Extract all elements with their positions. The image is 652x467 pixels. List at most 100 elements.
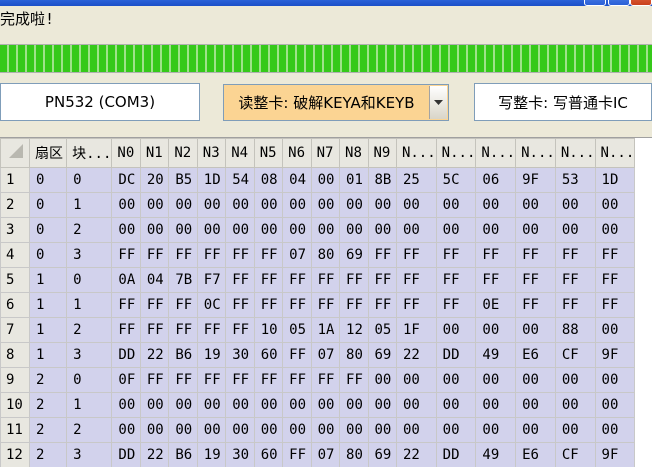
- grid-cell[interactable]: 06: [476, 168, 516, 193]
- grid-cell[interactable]: FF: [226, 293, 254, 318]
- grid-cell[interactable]: 00: [368, 418, 396, 443]
- grid-cell[interactable]: FF: [516, 293, 556, 318]
- grid-cell[interactable]: 00: [311, 193, 339, 218]
- grid-cell[interactable]: FF: [140, 318, 168, 343]
- grid-cell[interactable]: 00: [169, 393, 197, 418]
- grid-cell[interactable]: 00: [169, 193, 197, 218]
- column-header[interactable]: N6: [283, 139, 311, 168]
- grid-cell[interactable]: 00: [140, 193, 168, 218]
- grid-cell[interactable]: FF: [436, 243, 476, 268]
- grid-cell[interactable]: 00: [436, 193, 476, 218]
- grid-cell[interactable]: 22: [140, 343, 168, 368]
- grid-cell[interactable]: 1A: [311, 318, 339, 343]
- grid-cell[interactable]: 30: [226, 443, 254, 467]
- grid-cell[interactable]: 30: [226, 343, 254, 368]
- grid-cell[interactable]: 00: [436, 318, 476, 343]
- grid-cell[interactable]: E6: [516, 443, 556, 467]
- column-header[interactable]: N...: [595, 139, 635, 168]
- grid-cell[interactable]: FF: [140, 293, 168, 318]
- grid-cell[interactable]: 0A: [112, 268, 140, 293]
- grid-cell[interactable]: 1: [30, 343, 67, 368]
- grid-cell[interactable]: 0: [67, 368, 112, 393]
- grid-cell[interactable]: 0: [67, 268, 112, 293]
- grid-cell[interactable]: FF: [595, 243, 635, 268]
- table-row[interactable]: 611FFFFFF0CFFFFFFFFFFFFFFFF0EFFFFFF: [1, 293, 652, 318]
- grid-cell[interactable]: 1: [67, 193, 112, 218]
- grid-cell[interactable]: 1: [67, 293, 112, 318]
- grid-cell[interactable]: 00: [436, 418, 476, 443]
- table-row[interactable]: 102100000000000000000000000000000000: [1, 393, 652, 418]
- grid-cell[interactable]: 00: [368, 218, 396, 243]
- grid-cell[interactable]: 60: [254, 343, 282, 368]
- grid-cell[interactable]: 00: [169, 218, 197, 243]
- grid-cell[interactable]: 00: [555, 368, 595, 393]
- column-header[interactable]: N5: [254, 139, 282, 168]
- grid-cell[interactable]: 00: [436, 393, 476, 418]
- grid-cell[interactable]: 1: [67, 393, 112, 418]
- grid-cell[interactable]: FF: [396, 268, 436, 293]
- grid-cell[interactable]: FF: [197, 318, 225, 343]
- column-header[interactable]: N...: [516, 139, 556, 168]
- grid-cell[interactable]: 22: [140, 443, 168, 467]
- grid-cell[interactable]: 00: [595, 368, 635, 393]
- grid-cell[interactable]: 00: [516, 318, 556, 343]
- grid-cell[interactable]: 00: [340, 218, 368, 243]
- grid-cell[interactable]: 0C: [197, 293, 225, 318]
- grid-cell[interactable]: 1: [30, 293, 67, 318]
- grid-cell[interactable]: FF: [516, 243, 556, 268]
- grid-cell[interactable]: 00: [254, 418, 282, 443]
- grid-cell[interactable]: FF: [396, 293, 436, 318]
- row-number[interactable]: 5: [1, 268, 30, 293]
- grid-cell[interactable]: 0F: [112, 368, 140, 393]
- data-grid[interactable]: 扇区块...N0N1N2N3N4N5N6N7N8N9N...N...N...N.…: [0, 137, 652, 467]
- row-number[interactable]: 1: [1, 168, 30, 193]
- grid-cell[interactable]: FF: [226, 243, 254, 268]
- select-all-corner[interactable]: [1, 139, 30, 168]
- grid-cell[interactable]: 00: [226, 193, 254, 218]
- grid-cell[interactable]: 00: [283, 393, 311, 418]
- grid-cell[interactable]: FF: [169, 243, 197, 268]
- grid-cell[interactable]: 1D: [595, 168, 635, 193]
- grid-cell[interactable]: 00: [396, 393, 436, 418]
- grid-cell[interactable]: 2: [67, 318, 112, 343]
- column-header[interactable]: 块...: [67, 139, 112, 168]
- grid-cell[interactable]: 3: [67, 443, 112, 467]
- table-row[interactable]: 403FFFFFFFFFFFF078069FFFFFFFFFFFFFF: [1, 243, 652, 268]
- grid-cell[interactable]: 00: [283, 218, 311, 243]
- grid-cell[interactable]: 00: [254, 393, 282, 418]
- column-header[interactable]: N4: [226, 139, 254, 168]
- grid-cell[interactable]: FF: [436, 293, 476, 318]
- grid-cell[interactable]: 2: [30, 368, 67, 393]
- grid-cell[interactable]: 2: [67, 218, 112, 243]
- row-number[interactable]: 3: [1, 218, 30, 243]
- grid-cell[interactable]: 00: [396, 218, 436, 243]
- grid-cell[interactable]: 00: [311, 168, 339, 193]
- grid-cell[interactable]: 00: [169, 418, 197, 443]
- grid-cell[interactable]: 49: [476, 443, 516, 467]
- grid-cell[interactable]: FF: [112, 243, 140, 268]
- column-header[interactable]: N...: [436, 139, 476, 168]
- grid-cell[interactable]: FF: [169, 318, 197, 343]
- grid-cell[interactable]: 2: [30, 418, 67, 443]
- grid-cell[interactable]: 19: [197, 443, 225, 467]
- row-number[interactable]: 2: [1, 193, 30, 218]
- grid-cell[interactable]: 10: [254, 318, 282, 343]
- table-row[interactable]: 1223DD22B6193060FF07806922DD49E6CF9F: [1, 443, 652, 467]
- column-header[interactable]: N2: [169, 139, 197, 168]
- grid-cell[interactable]: B6: [169, 443, 197, 467]
- grid-cell[interactable]: FF: [112, 293, 140, 318]
- grid-cell[interactable]: FF: [254, 268, 282, 293]
- grid-cell[interactable]: 69: [368, 343, 396, 368]
- grid-cell[interactable]: DC: [112, 168, 140, 193]
- grid-cell[interactable]: 00: [283, 193, 311, 218]
- column-header[interactable]: N9: [368, 139, 396, 168]
- grid-cell[interactable]: FF: [283, 293, 311, 318]
- grid-cell[interactable]: B6: [169, 343, 197, 368]
- grid-cell[interactable]: 80: [340, 443, 368, 467]
- grid-cell[interactable]: 3: [67, 243, 112, 268]
- grid-cell[interactable]: B5: [169, 168, 197, 193]
- grid-cell[interactable]: 00: [226, 418, 254, 443]
- column-header[interactable]: N1: [140, 139, 168, 168]
- grid-cell[interactable]: 2: [67, 418, 112, 443]
- grid-cell[interactable]: FF: [169, 293, 197, 318]
